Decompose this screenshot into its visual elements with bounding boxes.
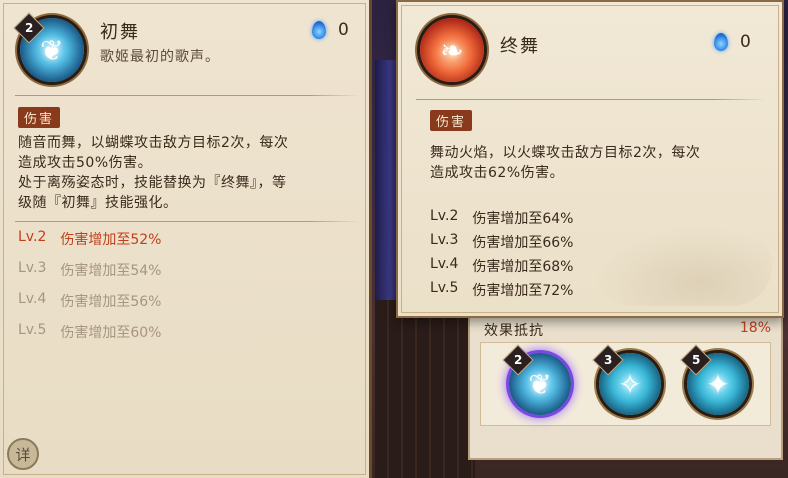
- desc-line: 舞动火焰，以火蝶攻击敌方目标2次，每次: [430, 145, 701, 161]
- skill-slot-1[interactable]: ❦ 2: [502, 344, 571, 415]
- level-row: Lv.4 伤害增加至68%: [430, 256, 574, 275]
- damage-tag: 伤害: [18, 107, 61, 128]
- orb-cost: 0: [714, 32, 751, 52]
- card-watermark: [592, 226, 772, 306]
- desc-line: 随音而舞，以蝴蝶攻击敌方目标2次，每次: [18, 135, 289, 151]
- skill-title: 初舞: [100, 22, 140, 43]
- level-row: Lv.2 伤害增加至52%: [18, 229, 162, 248]
- level-row: Lv.5 伤害增加至72%: [430, 280, 574, 299]
- desc-line: 造成攻击50%伤害。: [18, 155, 153, 171]
- desc-line: 造成攻击62%伤害。: [430, 165, 565, 181]
- orb-cost: 0: [312, 20, 349, 40]
- orb-cost-value: 0: [740, 32, 751, 52]
- skill-card-zhongwu: ❧ 终舞 0 伤害 舞动火焰，以火蝶攻击敌方目标2次，每次 造成攻击62%伤害。…: [396, 0, 784, 318]
- skill-slot-panel: 效果抵抗 18% ❦ 2 ✧ 3 ✦ 5: [468, 300, 783, 460]
- level-row: Lv.2 伤害增加至64%: [430, 208, 574, 227]
- detail-button[interactable]: 详: [7, 438, 39, 470]
- effect-resist-value: 18%: [739, 320, 771, 336]
- skill-subtitle: 歌姬最初的歌声。: [100, 49, 220, 65]
- level-row: Lv.3 伤害增加至54%: [18, 260, 162, 279]
- skill-slot-3[interactable]: ✦ 5: [680, 344, 749, 415]
- effect-resist-label: 效果抵抗: [484, 323, 544, 339]
- skill-description: 舞动火焰，以火蝶攻击敌方目标2次，每次 造成攻击62%伤害。: [430, 143, 770, 183]
- desc-line: 处于离殇姿态时，技能替换为『终舞』，等: [18, 175, 287, 191]
- damage-tag: 伤害: [430, 110, 473, 131]
- skill-description: 随音而舞，以蝴蝶攻击敌方目标2次，每次 造成攻击50%伤害。 处于离殇姿态时，技…: [18, 133, 363, 213]
- flame-icon: ❧: [440, 33, 464, 67]
- skill-icon-zhongwu: ❧: [420, 18, 484, 82]
- skill-title: 终舞: [500, 36, 540, 57]
- skill-slot-tray: ❦ 2 ✧ 3 ✦ 5: [480, 342, 771, 426]
- divider: [416, 99, 766, 100]
- divider: [15, 221, 360, 222]
- desc-line: 级随『初舞』技能强化。: [18, 195, 178, 211]
- level-row: Lv.4 伤害增加至56%: [18, 291, 162, 310]
- ghost-fire-icon: [714, 33, 728, 51]
- level-row: Lv.5 伤害增加至60%: [18, 322, 162, 341]
- divider: [15, 95, 360, 96]
- ghost-fire-icon: [312, 21, 326, 39]
- level-row: Lv.3 伤害增加至66%: [430, 232, 574, 251]
- background-floor: [375, 300, 475, 478]
- orb-cost-value: 0: [338, 20, 349, 40]
- skill-slot-2[interactable]: ✧ 3: [592, 344, 661, 415]
- skill-card-chuwu: ❦ 2 初舞 歌姬最初的歌声。 0 伤害 随音而舞，以蝴蝶攻击敌方目标2次，每次…: [0, 0, 372, 478]
